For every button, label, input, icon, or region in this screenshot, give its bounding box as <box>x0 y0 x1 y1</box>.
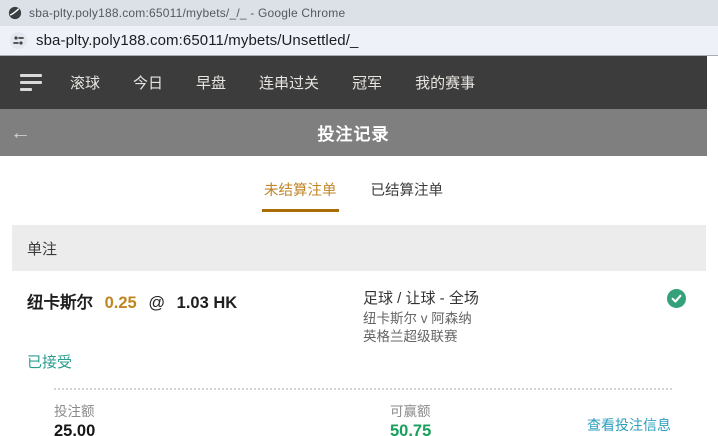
page-header: ← 投注记录 <box>0 109 707 156</box>
nav-item-live[interactable]: 滚球 <box>70 72 100 93</box>
bet-selection-column: 纽卡斯尔 0.25 @ 1.03 HK 已接受 <box>27 287 363 372</box>
accepted-check-wrap <box>667 287 689 313</box>
accepted-check-icon <box>667 289 686 308</box>
url-text[interactable]: sba-plty.poly188.com:65011/mybets/Unsett… <box>36 32 358 49</box>
match-name: 纽卡斯尔 v 阿森纳 <box>363 311 472 326</box>
stake-label: 投注额 <box>54 404 95 419</box>
market-name: 足球 / 让球 - 全场 <box>363 290 479 307</box>
at-symbol: @ <box>148 294 166 312</box>
hamburger-menu-icon[interactable] <box>20 74 42 91</box>
tab-settled[interactable]: 已结算注单 <box>369 171 446 212</box>
nav-item-early[interactable]: 早盘 <box>196 72 226 93</box>
nav-item-my-events[interactable]: 我的赛事 <box>415 72 475 93</box>
tab-unsettled[interactable]: 未结算注单 <box>262 171 339 212</box>
nav-item-parlay[interactable]: 连串过关 <box>259 72 319 93</box>
bet-row: 纽卡斯尔 0.25 @ 1.03 HK 已接受 足球 / 让球 - 全场 纽卡斯… <box>27 287 689 372</box>
nav-item-outright[interactable]: 冠军 <box>352 72 382 93</box>
bet-status-tabs: 未结算注单 已结算注单 <box>0 171 707 212</box>
bet-type-section-header: 单注 <box>12 225 706 271</box>
bet-type-label: 单注 <box>27 240 58 258</box>
win-column: 可赢额 50.75 <box>390 400 587 436</box>
bet-info-column: 足球 / 让球 - 全场 纽卡斯尔 v 阿森纳 英格兰超级联赛 <box>363 287 667 346</box>
win-value: 50.75 <box>390 422 432 436</box>
view-bet-details-link[interactable]: 查看投注信息 <box>587 415 671 435</box>
browser-titlebar: sba-plty.poly188.com:65011/mybets/_/_ - … <box>0 0 718 26</box>
nav-item-today[interactable]: 今日 <box>133 72 163 93</box>
site-settings-tune-icon[interactable] <box>10 32 27 49</box>
bet-selection-line: 纽卡斯尔 0.25 @ 1.03 HK <box>27 289 363 313</box>
site-favicon-icon <box>8 6 22 20</box>
page-title: 投注记录 <box>317 125 390 144</box>
stake-value: 25.00 <box>54 422 96 436</box>
selection-name: 纽卡斯尔 <box>27 294 93 312</box>
page-content: 滚球 今日 早盘 连串过关 冠军 我的赛事 ← 投注记录 未结算注单 已结算注单… <box>0 56 707 436</box>
browser-address-bar[interactable]: sba-plty.poly188.com:65011/mybets/Unsett… <box>0 26 718 56</box>
bet-status-text: 已接受 <box>27 354 73 371</box>
main-navbar: 滚球 今日 早盘 连串过关 冠军 我的赛事 <box>0 56 707 109</box>
odds-value: 1.03 HK <box>176 294 238 312</box>
window-title: sba-plty.poly188.com:65011/mybets/_/_ - … <box>29 6 346 20</box>
win-label: 可赢额 <box>390 404 431 419</box>
amounts-row: 投注额 25.00 可赢额 50.75 查看投注信息 <box>27 390 689 436</box>
league-name: 英格兰超级联赛 <box>363 329 458 345</box>
bet-card: 纽卡斯尔 0.25 @ 1.03 HK 已接受 足球 / 让球 - 全场 纽卡斯… <box>0 271 707 436</box>
stake-column: 投注额 25.00 <box>54 400 390 436</box>
handicap-value: 0.25 <box>104 294 137 312</box>
